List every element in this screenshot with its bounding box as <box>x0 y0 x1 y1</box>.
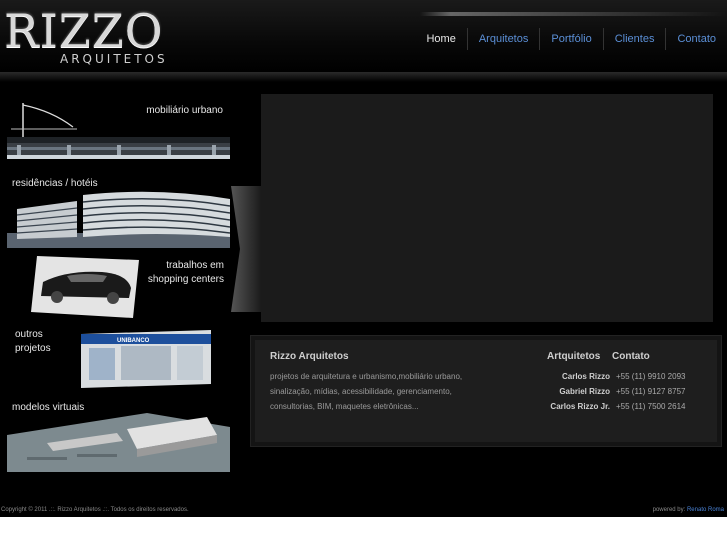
contacts-list: Carlos Rizzo +55 (11) 9910 2093 Gabriel … <box>530 369 720 414</box>
contact-row: Gabriel Rizzo +55 (11) 9127 8757 <box>530 384 720 399</box>
powered-by-label: powered by: <box>652 507 686 513</box>
category-label: mobiliário urbano <box>146 105 223 116</box>
main-nav: Home Arquitetos Portfólio Clientes Conta… <box>415 26 727 52</box>
info-box: Rizzo Arquitetos projetos de arquitetura… <box>250 335 722 447</box>
featured-slideshow <box>261 94 713 322</box>
nav-home[interactable]: Home <box>415 28 466 50</box>
hotel-building-image: residências / hotéis <box>7 175 230 248</box>
category-outros-projetos[interactable]: UNIBANCO outros projetos <box>7 326 230 396</box>
slider-arrow[interactable] <box>231 186 261 312</box>
architect-phone: +55 (11) 7500 2614 <box>616 402 686 411</box>
architects-header: Artquitetos <box>547 351 601 362</box>
category-mobiliario-urbano[interactable]: mobiliário urbano <box>7 99 230 171</box>
architect-phone: +55 (11) 9127 8757 <box>616 387 686 396</box>
category-residencias-hoteis[interactable]: residências / hotéis <box>7 175 230 248</box>
nav-arquitetos[interactable]: Arquitetos <box>466 28 540 50</box>
contact-row: Carlos Rizzo Jr. +55 (11) 7500 2614 <box>530 399 720 414</box>
nav-highlight <box>420 12 727 16</box>
logo-wordmark: RIZZO <box>4 4 164 58</box>
category-shopping-centers[interactable]: trabalhos em shopping centers <box>7 252 230 322</box>
nav-contato[interactable]: Contato <box>665 28 727 50</box>
architect-name: Carlos Rizzo <box>561 372 610 381</box>
page: RIZZO ARQUITETOS Home Arquitetos Portfól… <box>0 0 727 517</box>
header: RIZZO ARQUITETOS Home Arquitetos Portfól… <box>0 0 727 72</box>
category-label: trabalhos em shopping centers <box>147 260 224 285</box>
nav-clientes[interactable]: Clientes <box>602 28 666 50</box>
category-label: residências / hotéis <box>12 178 98 189</box>
virtual-model-image: modelos virtuais <box>7 399 230 472</box>
powered-by: powered by: Renato Roma <box>653 507 724 513</box>
contact-row: Carlos Rizzo +55 (11) 9910 2093 <box>530 369 720 384</box>
header-divider <box>0 72 727 82</box>
contact-header: Contato <box>612 351 650 362</box>
kiosk-sign: UNIBANCO <box>117 338 150 344</box>
nav-portfolio[interactable]: Portfólio <box>539 28 602 50</box>
architect-name: Gabriel Rizzo <box>559 387 610 396</box>
copyright: Copyright © 2011 .::. Rizzo Arquitetos .… <box>1 507 189 513</box>
category-label: modelos virtuais <box>12 402 84 413</box>
logo-subtitle: ARQUITETOS <box>60 52 168 66</box>
info-box-inner: Rizzo Arquitetos projetos de arquitetura… <box>255 340 717 442</box>
category-modelos-virtuais[interactable]: modelos virtuais <box>7 399 230 472</box>
category-label: outros projetos <box>15 329 51 354</box>
logo[interactable]: RIZZO ARQUITETOS <box>4 6 172 70</box>
architect-name: Carlos Rizzo Jr. <box>550 402 610 411</box>
author-link[interactable]: Renato Roma <box>687 507 724 513</box>
about-description: projetos de arquitetura e urbanismo,mobi… <box>270 372 463 411</box>
bus-stop-image: mobiliário urbano <box>7 99 230 171</box>
about-title: Rizzo Arquitetos <box>270 351 349 362</box>
architect-phone: +55 (11) 9910 2093 <box>616 372 686 381</box>
